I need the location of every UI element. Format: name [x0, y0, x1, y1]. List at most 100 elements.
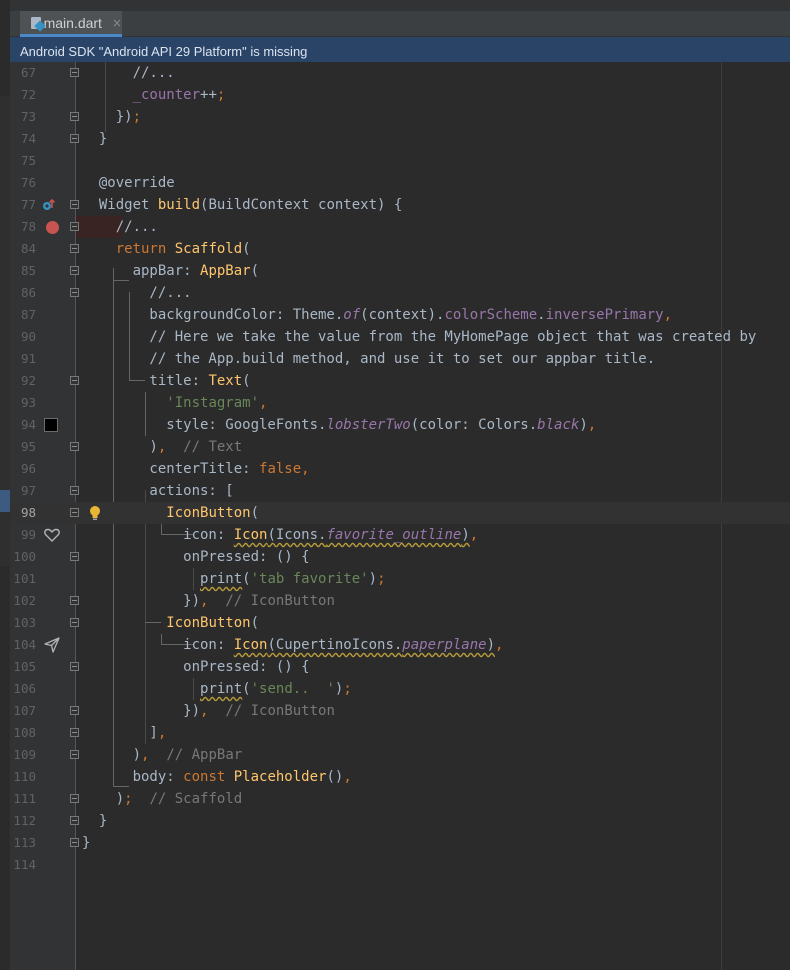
line-text: }	[82, 813, 108, 829]
code-line[interactable]: 75	[10, 150, 790, 172]
line-number: 105	[13, 659, 36, 674]
code-line[interactable]: 101 print('tab favorite');	[10, 568, 790, 590]
code-line[interactable]: 108 ],	[10, 722, 790, 744]
code-line[interactable]: 112 }	[10, 810, 790, 832]
fold-icon[interactable]	[70, 288, 79, 297]
code-line[interactable]: 72 _counter++;	[10, 84, 790, 106]
code-line[interactable]: 105 onPressed: () {	[10, 656, 790, 678]
fold-icon[interactable]	[70, 750, 79, 759]
left-panel-edge	[0, 0, 10, 970]
code-line[interactable]: 97 actions: [	[10, 480, 790, 502]
line-text: body: const Placeholder(),	[82, 769, 352, 785]
breakpoint-icon[interactable]	[46, 221, 59, 234]
code-line[interactable]: 99 icon: Icon(Icons.favorite_outline),	[10, 524, 790, 546]
line-number: 78	[20, 219, 36, 234]
line-number: 112	[13, 813, 36, 828]
line-text: print('send.. ');	[200, 681, 352, 697]
code-line-current[interactable]: 98 IconButton(	[10, 502, 790, 524]
line-text: _counter++;	[132, 87, 226, 103]
fold-icon[interactable]	[70, 134, 79, 143]
line-text: }	[82, 131, 108, 147]
fold-icon[interactable]	[70, 838, 79, 847]
line-number: 74	[20, 131, 36, 146]
code-line[interactable]: 94 style: GoogleFonts.lobsterTwo(color: …	[10, 414, 790, 436]
line-text: });	[82, 109, 142, 125]
line-number: 93	[20, 395, 36, 410]
fold-icon[interactable]	[70, 244, 79, 253]
line-text: @override	[82, 175, 175, 191]
fold-icon[interactable]	[70, 112, 79, 121]
code-line[interactable]: 77 Widget build(BuildContext context) {	[10, 194, 790, 216]
fold-icon[interactable]	[70, 376, 79, 385]
code-line[interactable]: 90 // Here we take the value from the My…	[10, 326, 790, 348]
fold-icon[interactable]	[70, 596, 79, 605]
fold-icon[interactable]	[70, 706, 79, 715]
code-line[interactable]: 74 }	[10, 128, 790, 150]
close-tab-icon[interactable]: ×	[112, 16, 122, 30]
code-line[interactable]: 85 appBar: AppBar(	[10, 260, 790, 282]
code-line[interactable]: 96 centerTitle: false,	[10, 458, 790, 480]
code-line[interactable]: 92 title: Text(	[10, 370, 790, 392]
heart-icon[interactable]	[44, 528, 60, 542]
code-line[interactable]: 100 onPressed: () {	[10, 546, 790, 568]
color-swatch-icon[interactable]	[44, 418, 58, 432]
code-line[interactable]: 102 }), // IconButton	[10, 590, 790, 612]
override-icon[interactable]	[42, 198, 56, 212]
code-line[interactable]: 107 }), // IconButton	[10, 700, 790, 722]
fold-icon[interactable]	[70, 200, 79, 209]
fold-icon[interactable]	[70, 486, 79, 495]
code-line[interactable]: 67 //...	[10, 62, 790, 84]
line-text: 'Instagram',	[166, 395, 268, 411]
code-line[interactable]: 103 IconButton(	[10, 612, 790, 634]
fold-icon[interactable]	[70, 552, 79, 561]
code-line[interactable]: 104 icon: Icon(CupertinoIcons.paperplane…	[10, 634, 790, 656]
line-text: appBar: AppBar(	[82, 263, 260, 279]
line-number: 76	[20, 175, 36, 190]
fold-icon[interactable]	[70, 816, 79, 825]
fold-icon[interactable]	[70, 222, 79, 231]
line-number: 113	[13, 835, 36, 850]
code-line[interactable]: 113 }	[10, 832, 790, 854]
code-line[interactable]: 95 ), // Text	[10, 436, 790, 458]
fold-icon[interactable]	[70, 442, 79, 451]
line-number: 106	[13, 681, 36, 696]
line-text: backgroundColor: Theme.of(context).color…	[82, 307, 673, 323]
code-line[interactable]: 93 'Instagram',	[10, 392, 790, 414]
line-number: 108	[13, 725, 36, 740]
line-text: IconButton(	[166, 505, 260, 521]
fold-icon[interactable]	[70, 618, 79, 627]
code-line[interactable]: 109 ), // AppBar	[10, 744, 790, 766]
code-line[interactable]: 73 });	[10, 106, 790, 128]
tab-main-dart[interactable]: main.dart ×	[20, 11, 122, 37]
fold-icon[interactable]	[70, 794, 79, 803]
code-line[interactable]: 78 //...	[10, 216, 790, 238]
line-number: 111	[13, 791, 36, 806]
code-line[interactable]: 86 //...	[10, 282, 790, 304]
code-line[interactable]: 110 body: const Placeholder(),	[10, 766, 790, 788]
code-line[interactable]: 87 backgroundColor: Theme.of(context).co…	[10, 304, 790, 326]
paperplane-icon[interactable]	[44, 637, 60, 653]
dart-file-icon	[30, 16, 46, 32]
line-text: //...	[82, 219, 158, 235]
line-text: }	[82, 835, 91, 851]
line-text: ],	[82, 725, 167, 741]
code-line[interactable]: 106 print('send.. ');	[10, 678, 790, 700]
fold-icon[interactable]	[70, 266, 79, 275]
fold-icon[interactable]	[70, 508, 79, 517]
line-number: 109	[13, 747, 36, 762]
code-line[interactable]: 91 // the App.build method, and use it t…	[10, 348, 790, 370]
fold-icon[interactable]	[70, 662, 79, 671]
code-line[interactable]: 114	[10, 854, 790, 876]
code-editor[interactable]: 67 //... 72 _counter++; 73 }); 74 } 75 7…	[10, 62, 790, 970]
code-line[interactable]: 76 @override	[10, 172, 790, 194]
line-text: // Here we take the value from the MyHom…	[82, 329, 757, 345]
banner-message: Android SDK "Android API 29 Platform" is…	[20, 43, 308, 59]
code-line[interactable]: 111 ); // Scaffold	[10, 788, 790, 810]
fold-icon[interactable]	[70, 68, 79, 77]
fold-icon[interactable]	[70, 728, 79, 737]
line-number: 91	[20, 351, 36, 366]
line-number: 101	[13, 571, 36, 586]
line-number: 72	[20, 87, 36, 102]
code-line[interactable]: 84 return Scaffold(	[10, 238, 790, 260]
line-text: title: Text(	[82, 373, 251, 389]
